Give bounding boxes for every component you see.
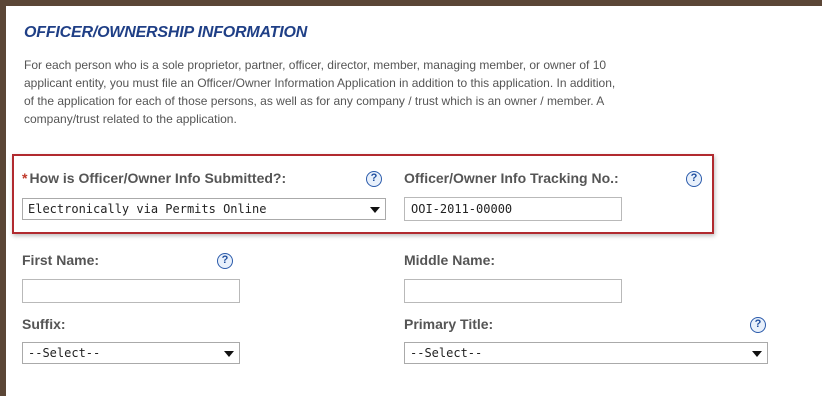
highlight-box [12,154,714,234]
submission-method-help-icon[interactable]: ? [366,171,382,187]
primary-title-select[interactable]: --Select-- [404,342,768,364]
tracking-number-label: Officer/Owner Info Tracking No.: [404,170,619,186]
intro-line: For each person who is a sole proprietor… [24,58,607,72]
chevron-down-icon [370,207,380,213]
required-marker: * [22,170,28,186]
primary-title-label: Primary Title: [404,316,494,332]
window-top-border [0,0,822,6]
first-name-label: First Name: [22,252,100,268]
submission-method-value: Electronically via Permits Online [28,202,267,216]
chevron-down-icon [752,351,762,357]
chevron-down-icon [224,351,234,357]
submission-method-label-text: How is Officer/Owner Info Submitted?: [29,170,287,186]
first-name-help-icon[interactable]: ? [217,253,233,269]
intro-line: of the application for each of those per… [24,94,605,108]
middle-name-label: Middle Name: [404,252,496,268]
primary-title-value: --Select-- [410,346,483,360]
tracking-number-input[interactable] [404,197,622,221]
suffix-label: Suffix: [22,316,66,332]
first-name-input[interactable] [22,279,240,303]
submission-method-label: * How is Officer/Owner Info Submitted?: [22,170,286,186]
window-left-border [0,0,6,396]
suffix-value: --Select-- [28,346,101,360]
section-title: OFFICER/OWNERSHIP INFORMATION [24,24,308,41]
suffix-select[interactable]: --Select-- [22,342,240,364]
intro-line: company/trust related to the application… [24,112,237,126]
tracking-number-help-icon[interactable]: ? [686,171,702,187]
middle-name-input[interactable] [404,279,622,303]
primary-title-help-icon[interactable]: ? [750,317,766,333]
intro-text: For each person who is a sole proprietor… [24,56,822,140]
intro-line: applicant entity, you must file an Offic… [24,76,616,90]
submission-method-select[interactable]: Electronically via Permits Online [22,198,386,220]
